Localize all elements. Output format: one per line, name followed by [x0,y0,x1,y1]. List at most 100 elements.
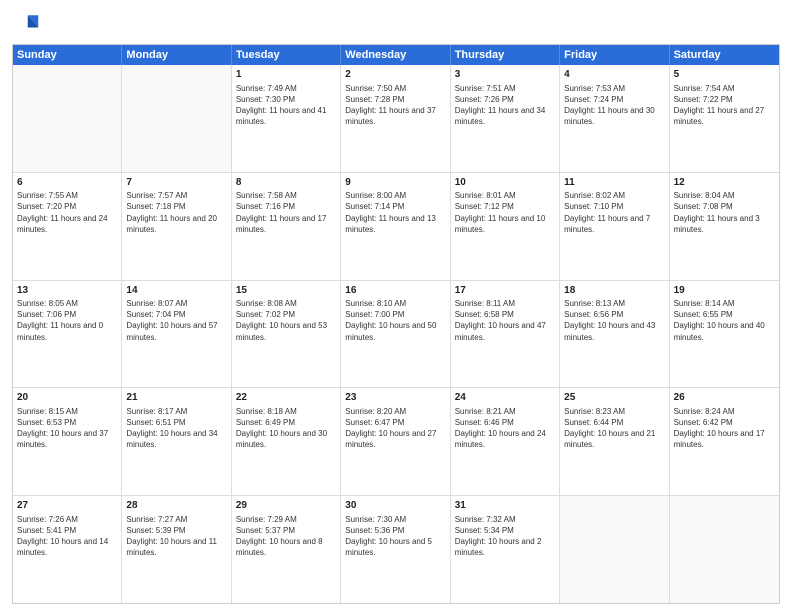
day-cell-27: 27Sunrise: 7:26 AMSunset: 5:41 PMDayligh… [13,496,122,603]
day-info: Sunrise: 8:00 AMSunset: 7:14 PMDaylight:… [345,190,445,235]
week-row-1: 1Sunrise: 7:49 AMSunset: 7:30 PMDaylight… [13,65,779,172]
day-number: 11 [564,176,664,190]
day-cell-3: 3Sunrise: 7:51 AMSunset: 7:26 PMDaylight… [451,65,560,172]
logo [12,10,42,38]
day-number: 26 [674,391,775,405]
day-info: Sunrise: 7:32 AMSunset: 5:34 PMDaylight:… [455,514,555,559]
day-info: Sunrise: 8:15 AMSunset: 6:53 PMDaylight:… [17,406,117,451]
day-cell-16: 16Sunrise: 8:10 AMSunset: 7:00 PMDayligh… [341,281,450,388]
day-info: Sunrise: 8:18 AMSunset: 6:49 PMDaylight:… [236,406,336,451]
day-info: Sunrise: 8:01 AMSunset: 7:12 PMDaylight:… [455,190,555,235]
day-number: 12 [674,176,775,190]
day-info: Sunrise: 7:27 AMSunset: 5:39 PMDaylight:… [126,514,226,559]
empty-cell-0-0 [13,65,122,172]
day-cell-9: 9Sunrise: 8:00 AMSunset: 7:14 PMDaylight… [341,173,450,280]
day-cell-8: 8Sunrise: 7:58 AMSunset: 7:16 PMDaylight… [232,173,341,280]
day-cell-11: 11Sunrise: 8:02 AMSunset: 7:10 PMDayligh… [560,173,669,280]
day-info: Sunrise: 8:17 AMSunset: 6:51 PMDaylight:… [126,406,226,451]
day-number: 25 [564,391,664,405]
day-cell-31: 31Sunrise: 7:32 AMSunset: 5:34 PMDayligh… [451,496,560,603]
day-number: 8 [236,176,336,190]
day-number: 4 [564,68,664,82]
day-info: Sunrise: 8:04 AMSunset: 7:08 PMDaylight:… [674,190,775,235]
day-number: 1 [236,68,336,82]
empty-cell-0-1 [122,65,231,172]
day-cell-7: 7Sunrise: 7:57 AMSunset: 7:18 PMDaylight… [122,173,231,280]
day-cell-17: 17Sunrise: 8:11 AMSunset: 6:58 PMDayligh… [451,281,560,388]
day-cell-4: 4Sunrise: 7:53 AMSunset: 7:24 PMDaylight… [560,65,669,172]
calendar: SundayMondayTuesdayWednesdayThursdayFrid… [12,44,780,604]
day-cell-21: 21Sunrise: 8:17 AMSunset: 6:51 PMDayligh… [122,388,231,495]
day-cell-23: 23Sunrise: 8:20 AMSunset: 6:47 PMDayligh… [341,388,450,495]
day-cell-12: 12Sunrise: 8:04 AMSunset: 7:08 PMDayligh… [670,173,779,280]
day-info: Sunrise: 8:13 AMSunset: 6:56 PMDaylight:… [564,298,664,343]
day-info: Sunrise: 8:21 AMSunset: 6:46 PMDaylight:… [455,406,555,451]
week-row-5: 27Sunrise: 7:26 AMSunset: 5:41 PMDayligh… [13,495,779,603]
day-number: 24 [455,391,555,405]
week-row-3: 13Sunrise: 8:05 AMSunset: 7:06 PMDayligh… [13,280,779,388]
empty-cell-4-6 [670,496,779,603]
day-cell-6: 6Sunrise: 7:55 AMSunset: 7:20 PMDaylight… [13,173,122,280]
day-number: 13 [17,284,117,298]
day-info: Sunrise: 8:08 AMSunset: 7:02 PMDaylight:… [236,298,336,343]
day-info: Sunrise: 7:54 AMSunset: 7:22 PMDaylight:… [674,83,775,128]
day-number: 10 [455,176,555,190]
day-info: Sunrise: 7:50 AMSunset: 7:28 PMDaylight:… [345,83,445,128]
day-info: Sunrise: 8:11 AMSunset: 6:58 PMDaylight:… [455,298,555,343]
day-cell-25: 25Sunrise: 8:23 AMSunset: 6:44 PMDayligh… [560,388,669,495]
day-cell-5: 5Sunrise: 7:54 AMSunset: 7:22 PMDaylight… [670,65,779,172]
day-number: 20 [17,391,117,405]
day-number: 2 [345,68,445,82]
day-number: 30 [345,499,445,513]
header-day-friday: Friday [560,45,669,65]
day-info: Sunrise: 7:51 AMSunset: 7:26 PMDaylight:… [455,83,555,128]
day-number: 29 [236,499,336,513]
day-cell-22: 22Sunrise: 8:18 AMSunset: 6:49 PMDayligh… [232,388,341,495]
day-info: Sunrise: 7:30 AMSunset: 5:36 PMDaylight:… [345,514,445,559]
day-info: Sunrise: 8:23 AMSunset: 6:44 PMDaylight:… [564,406,664,451]
day-info: Sunrise: 7:57 AMSunset: 7:18 PMDaylight:… [126,190,226,235]
day-info: Sunrise: 8:20 AMSunset: 6:47 PMDaylight:… [345,406,445,451]
day-number: 31 [455,499,555,513]
day-info: Sunrise: 8:02 AMSunset: 7:10 PMDaylight:… [564,190,664,235]
day-cell-14: 14Sunrise: 8:07 AMSunset: 7:04 PMDayligh… [122,281,231,388]
day-info: Sunrise: 7:55 AMSunset: 7:20 PMDaylight:… [17,190,117,235]
day-number: 28 [126,499,226,513]
day-cell-26: 26Sunrise: 8:24 AMSunset: 6:42 PMDayligh… [670,388,779,495]
day-cell-15: 15Sunrise: 8:08 AMSunset: 7:02 PMDayligh… [232,281,341,388]
day-info: Sunrise: 7:49 AMSunset: 7:30 PMDaylight:… [236,83,336,128]
day-info: Sunrise: 8:05 AMSunset: 7:06 PMDaylight:… [17,298,117,343]
day-info: Sunrise: 8:14 AMSunset: 6:55 PMDaylight:… [674,298,775,343]
day-cell-20: 20Sunrise: 8:15 AMSunset: 6:53 PMDayligh… [13,388,122,495]
header-day-wednesday: Wednesday [341,45,450,65]
day-cell-28: 28Sunrise: 7:27 AMSunset: 5:39 PMDayligh… [122,496,231,603]
page: SundayMondayTuesdayWednesdayThursdayFrid… [0,0,792,612]
day-info: Sunrise: 8:07 AMSunset: 7:04 PMDaylight:… [126,298,226,343]
day-info: Sunrise: 7:58 AMSunset: 7:16 PMDaylight:… [236,190,336,235]
day-number: 14 [126,284,226,298]
header [12,10,780,38]
day-cell-24: 24Sunrise: 8:21 AMSunset: 6:46 PMDayligh… [451,388,560,495]
day-cell-30: 30Sunrise: 7:30 AMSunset: 5:36 PMDayligh… [341,496,450,603]
day-info: Sunrise: 8:10 AMSunset: 7:00 PMDaylight:… [345,298,445,343]
day-number: 19 [674,284,775,298]
day-cell-13: 13Sunrise: 8:05 AMSunset: 7:06 PMDayligh… [13,281,122,388]
day-number: 3 [455,68,555,82]
logo-icon [12,10,40,38]
day-number: 27 [17,499,117,513]
day-info: Sunrise: 8:24 AMSunset: 6:42 PMDaylight:… [674,406,775,451]
day-cell-10: 10Sunrise: 8:01 AMSunset: 7:12 PMDayligh… [451,173,560,280]
day-number: 5 [674,68,775,82]
header-day-monday: Monday [122,45,231,65]
header-day-sunday: Sunday [13,45,122,65]
day-number: 23 [345,391,445,405]
day-cell-1: 1Sunrise: 7:49 AMSunset: 7:30 PMDaylight… [232,65,341,172]
day-number: 9 [345,176,445,190]
day-number: 18 [564,284,664,298]
day-info: Sunrise: 7:26 AMSunset: 5:41 PMDaylight:… [17,514,117,559]
day-info: Sunrise: 7:53 AMSunset: 7:24 PMDaylight:… [564,83,664,128]
header-day-tuesday: Tuesday [232,45,341,65]
day-cell-19: 19Sunrise: 8:14 AMSunset: 6:55 PMDayligh… [670,281,779,388]
day-number: 17 [455,284,555,298]
week-row-2: 6Sunrise: 7:55 AMSunset: 7:20 PMDaylight… [13,172,779,280]
